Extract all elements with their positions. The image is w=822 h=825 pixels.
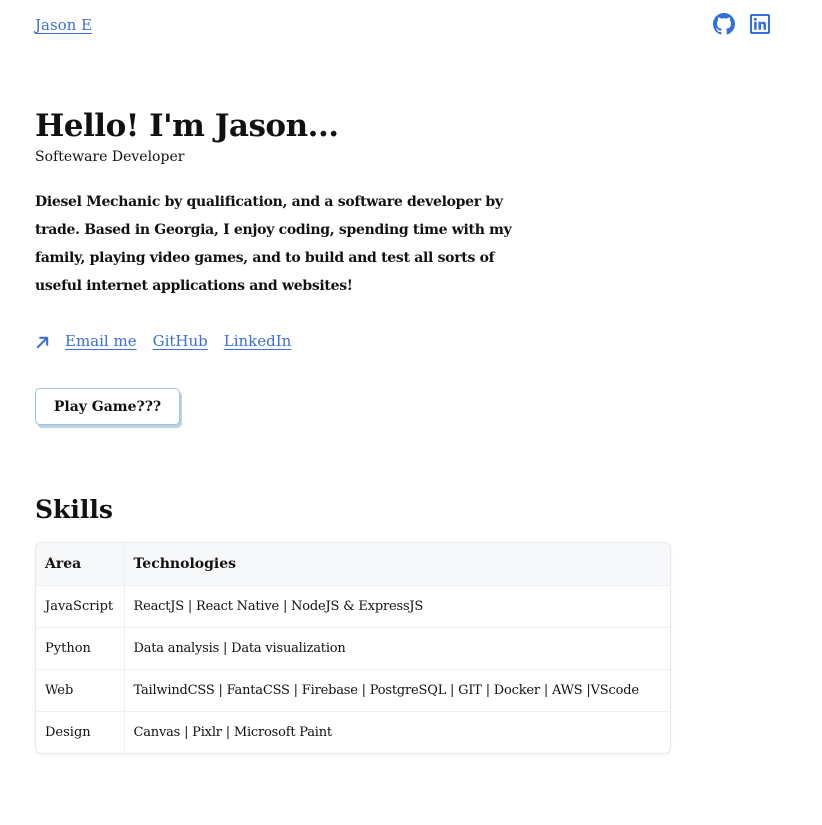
table-row: Python Data analysis | Data visualizatio… <box>36 626 670 669</box>
contact-links: Email me GitHub LinkedIn <box>35 331 307 350</box>
area-cell: JavaScript <box>36 584 125 627</box>
brand-link[interactable]: Jason E <box>35 16 92 34</box>
email-link[interactable]: Email me <box>65 332 137 350</box>
github-icon <box>713 13 735 35</box>
column-header-area: Area <box>36 543 125 585</box>
job-title: Softeware Developer <box>35 149 185 165</box>
linkedin-link[interactable] <box>750 13 772 35</box>
technologies-cell: ReactJS | React Native | NodeJS & Expres… <box>124 584 670 627</box>
play-game-button[interactable]: Play Game??? <box>35 388 180 425</box>
linkedin-icon <box>750 14 770 34</box>
table-row: Web TailwindCSS | FantaCSS | Firebase | … <box>36 668 670 711</box>
table-row: Design Canvas | Pixlr | Microsoft Paint <box>36 710 670 753</box>
skills-heading: Skills <box>35 495 113 524</box>
area-cell: Python <box>36 626 125 669</box>
arrow-up-right-icon <box>36 336 49 349</box>
technologies-cell: Data analysis | Data visualization <box>124 626 670 669</box>
linkedin-text-link[interactable]: LinkedIn <box>224 332 292 350</box>
technologies-cell: TailwindCSS | FantaCSS | Firebase | Post… <box>124 668 670 711</box>
table-row: JavaScript ReactJS | React Native | Node… <box>36 584 670 627</box>
page-title: Hello! I'm Jason... <box>35 108 339 144</box>
column-header-technologies: Technologies <box>124 543 670 585</box>
skills-table: Area Technologies JavaScript ReactJS | R… <box>36 543 670 753</box>
area-cell: Web <box>36 668 125 711</box>
social-links <box>713 13 772 35</box>
skills-table-card: Area Technologies JavaScript ReactJS | R… <box>35 542 671 754</box>
github-link[interactable] <box>713 13 735 35</box>
area-cell: Design <box>36 710 125 753</box>
table-header-row: Area Technologies <box>36 543 670 585</box>
bio-text: Diesel Mechanic by qualification, and a … <box>35 194 512 294</box>
github-text-link[interactable]: GitHub <box>153 332 208 350</box>
technologies-cell: Canvas | Pixlr | Microsoft Paint <box>124 710 670 753</box>
